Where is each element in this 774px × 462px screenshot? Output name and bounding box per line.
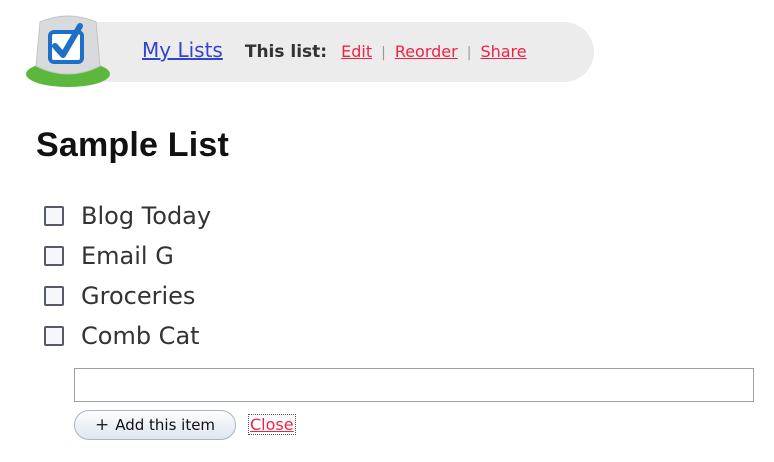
add-item-label: Add this item bbox=[115, 416, 216, 434]
share-link[interactable]: Share bbox=[480, 42, 526, 61]
item-checkbox[interactable] bbox=[44, 286, 64, 306]
list-item: Blog Today bbox=[44, 196, 211, 236]
item-label: Blog Today bbox=[81, 202, 212, 230]
checkmark-badge-icon[interactable] bbox=[22, 8, 114, 90]
item-label: Email G bbox=[81, 242, 174, 270]
new-item-input[interactable] bbox=[74, 368, 754, 402]
item-checkbox[interactable] bbox=[44, 326, 64, 346]
page: My Lists This list: Edit | Reorder | Sha… bbox=[0, 0, 774, 462]
todo-list: Blog Today Email G Groceries Comb Cat bbox=[44, 196, 211, 356]
item-label: Groceries bbox=[81, 282, 196, 310]
plus-icon: + bbox=[94, 414, 110, 435]
reorder-link[interactable]: Reorder bbox=[395, 42, 458, 61]
page-title: Sample List bbox=[36, 126, 230, 164]
list-item: Comb Cat bbox=[44, 316, 211, 356]
list-item: Groceries bbox=[44, 276, 211, 316]
item-checkbox[interactable] bbox=[44, 246, 64, 266]
edit-link[interactable]: Edit bbox=[341, 42, 372, 61]
header-nav: My Lists This list: Edit | Reorder | Sha… bbox=[142, 38, 527, 68]
add-item-button[interactable]: + Add this item bbox=[74, 410, 236, 440]
this-list-label: This list: bbox=[244, 42, 328, 62]
item-label: Comb Cat bbox=[81, 322, 200, 350]
nav-separator: | bbox=[466, 45, 472, 61]
nav-separator: | bbox=[381, 45, 386, 61]
close-link[interactable]: Close bbox=[248, 414, 296, 435]
item-checkbox[interactable] bbox=[44, 206, 64, 226]
my-lists-link[interactable]: My Lists bbox=[142, 38, 223, 62]
list-item: Email G bbox=[44, 236, 211, 276]
